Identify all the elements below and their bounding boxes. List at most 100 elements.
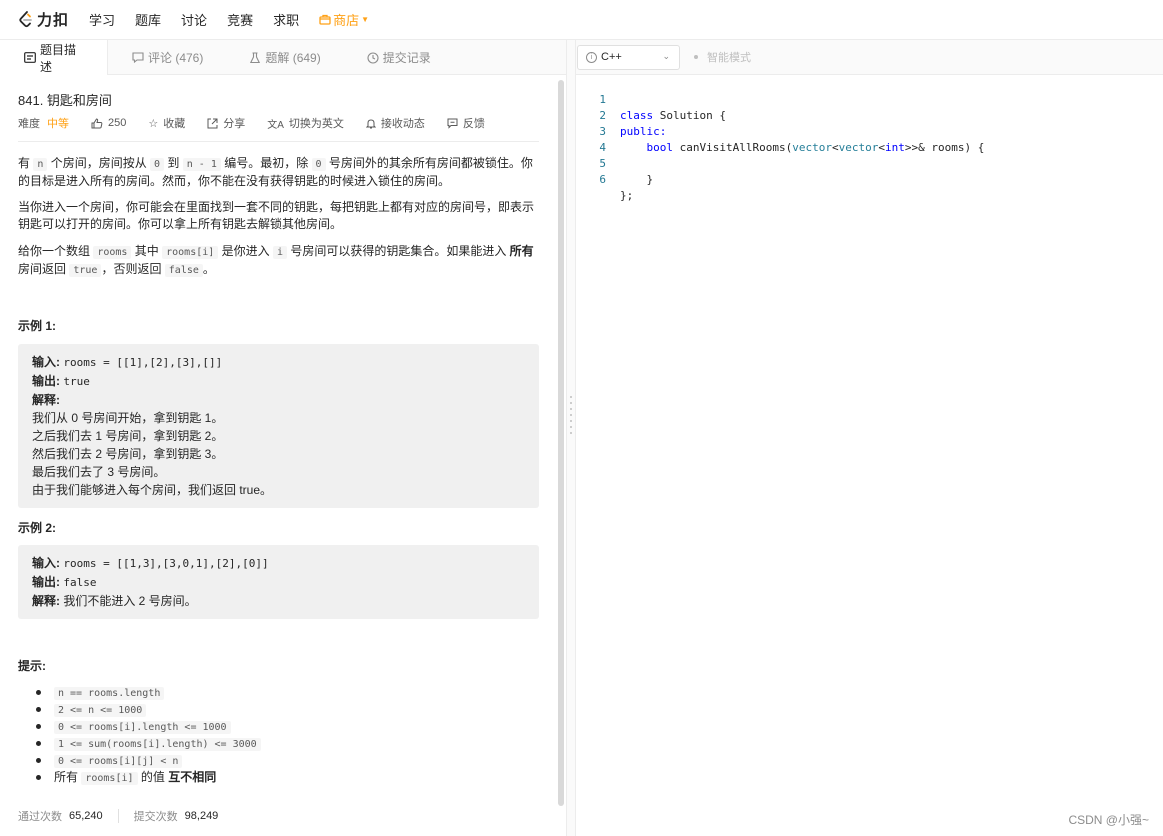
favorite-button[interactable]: ☆ 收藏 <box>148 115 185 131</box>
tab-submissions[interactable]: 提交记录 <box>343 40 453 75</box>
difficulty: 难度 中等 <box>18 115 69 131</box>
comment-icon <box>132 52 144 64</box>
example-1-heading: 示例 1: <box>18 319 57 333</box>
explain-line: 我们从 0 号房间开始，拿到钥匙 1。 <box>32 411 224 425</box>
bold-text: 所有 <box>509 244 534 258</box>
list-item: 0 <= rooms[i].length <= 1000 <box>36 718 261 735</box>
explain-label: 解释: <box>32 393 60 407</box>
resizer-grip-dot <box>570 414 572 416</box>
example-2-input: 输入: rooms = [[1,3],[3,0,1],[2],[0]] <box>32 554 525 573</box>
problem-title: 841. 钥匙和房间 <box>18 93 112 108</box>
list-item: 1 <= sum(rooms[i].length) <= 3000 <box>36 735 261 752</box>
tab-comments[interactable]: 评论 (476) <box>108 40 225 75</box>
input-label: 输入: <box>32 355 60 369</box>
inline-code: rooms[i] <box>162 246 219 259</box>
chevron-down-icon: ▼ <box>361 15 370 24</box>
watermark: CSDN @小强~ <box>1068 813 1149 827</box>
explain-line: 之后我们去 1 号房间，拿到钥匙 2。 <box>32 429 224 443</box>
bold-text: 互不相同 <box>168 770 217 784</box>
output-value: true <box>63 375 90 388</box>
text: 编号。最初，除 <box>220 156 312 170</box>
output-label: 输出: <box>32 374 60 388</box>
difficulty-label: 难度 <box>18 118 40 130</box>
hints-heading: 提示: <box>18 659 46 673</box>
difficulty-value: 中等 <box>47 118 69 130</box>
left-scrollbar[interactable] <box>558 80 564 806</box>
code-line: 2 public: <box>576 92 1163 138</box>
submitted-value: 98,249 <box>184 810 219 822</box>
feedback-icon <box>447 118 458 129</box>
text: 给你一个数组 <box>18 244 94 258</box>
translate-icon: 文A <box>267 119 284 131</box>
feedback-button[interactable]: 反馈 <box>447 115 485 131</box>
output-label: 输出: <box>32 575 60 589</box>
description-icon <box>24 52 36 64</box>
subscribe-button[interactable]: 接收动态 <box>365 115 425 131</box>
tab-solutions-label: 题解 (649) <box>265 51 321 65</box>
input-value: rooms = [[1],[2],[3],[]] <box>63 356 223 369</box>
code-line: 1 class Solution { <box>576 76 1163 122</box>
explain-value: 我们不能进入 2 号房间。 <box>63 594 197 608</box>
text: 个房间，房间按从 <box>47 156 151 170</box>
tab-solutions[interactable]: 题解 (649) <box>225 40 342 75</box>
inline-code: 0 <box>150 158 165 171</box>
smart-mode-dot <box>694 55 698 59</box>
store-label: 商店 <box>333 13 360 28</box>
text: 的值 <box>137 770 169 784</box>
input-label: 输入: <box>32 556 60 570</box>
code-line: 3 bool canVisitAllRooms(vector<vector<in… <box>576 108 1163 154</box>
tab-description[interactable]: 题目描述 <box>0 40 108 75</box>
code-line: 4 <box>576 124 1163 154</box>
inline-code: 0 <= rooms[i][j] < n <box>54 755 183 768</box>
description-paragraph-3: 给你一个数组 rooms 其中 rooms[i] 是你进入 i 号房间可以获得的… <box>18 243 539 279</box>
nav-learn[interactable]: 学习 <box>89 10 115 29</box>
nav-contest[interactable]: 竞赛 <box>227 10 253 29</box>
problem-tabs: 题目描述 评论 (476) 题解 (649) 提交记录 <box>0 40 566 75</box>
submission-stats: 通过次数 65,240 提交次数 98,249 <box>18 808 218 824</box>
passed-value: 65,240 <box>69 810 103 822</box>
smart-mode-toggle[interactable]: 智能模式 <box>694 49 751 65</box>
logo-text: 力扣 <box>37 12 70 29</box>
list-item: 0 <= rooms[i][j] < n <box>36 752 261 769</box>
switch-language-label: 切换为英文 <box>288 118 344 130</box>
editor-toolbar: i C++ ⌄ 智能模式 <box>576 40 1163 75</box>
inline-code: n - 1 <box>182 158 221 171</box>
example-1-block: 输入: rooms = [[1],[2],[3],[]] 输出: true 解释… <box>18 344 539 508</box>
star-icon: ☆ <box>148 117 159 130</box>
switch-language-button[interactable]: 文A 切换为英文 <box>267 115 344 131</box>
text: 号房间可以获得的钥匙集合。如果能进入 <box>287 244 510 258</box>
like-button[interactable]: 250 <box>91 117 126 129</box>
language-select[interactable]: i C++ ⌄ <box>577 44 680 70</box>
text: ，否则返回 <box>101 262 165 276</box>
share-icon <box>207 118 218 128</box>
panel-resizer[interactable] <box>566 40 576 836</box>
nav-discuss[interactable]: 讨论 <box>181 10 207 29</box>
tab-comments-label: 评论 (476) <box>148 51 204 65</box>
stats-separator <box>117 809 119 823</box>
nav-store[interactable]: 商店 ▼ <box>319 10 369 29</box>
bell-icon <box>365 118 376 128</box>
code-editor[interactable]: 1 class Solution { 2 public: 3 bool canV… <box>576 75 1163 836</box>
share-button[interactable]: 分享 <box>207 115 245 131</box>
nav-jobs[interactable]: 求职 <box>273 10 299 29</box>
passed-label: 通过次数 <box>18 811 62 823</box>
leetcode-logo-icon <box>19 10 32 27</box>
code-line: 5 } <box>576 140 1163 186</box>
feedback-label: 反馈 <box>462 118 485 130</box>
nav-problems[interactable]: 题库 <box>135 10 161 29</box>
inline-code: false <box>164 264 203 277</box>
resizer-grip-dot <box>570 402 572 404</box>
problem-meta: 难度 中等 250 ☆ 收藏 分享 文A 切换为英文 接收动态 反馈 <box>18 115 507 131</box>
logo[interactable]: 力扣 <box>18 9 69 30</box>
list-item: 2 <= n <= 1000 <box>36 701 261 718</box>
thumbs-up-icon <box>91 117 103 128</box>
top-nav: 力扣 学习 题库 讨论 竞赛 求职 商店 ▼ <box>0 0 1163 40</box>
inline-code: 1 <= sum(rooms[i].length) <= 3000 <box>54 738 261 751</box>
description-paragraph-2: 当你进入一个房间，你可能会在里面找到一套不同的钥匙，每把钥匙上都有对应的房间号，… <box>18 200 535 231</box>
inline-code: rooms <box>93 246 132 259</box>
tab-description-label: 题目描述 <box>40 42 77 74</box>
example-1-input: 输入: rooms = [[1],[2],[3],[]] <box>32 353 525 372</box>
inline-code: true <box>69 264 102 277</box>
description-paragraph-1: 有 n 个房间，房间按从 0 到 n - 1 编号。最初，除 0 号房间外的其余… <box>18 155 539 190</box>
text: 是你进入 <box>218 244 273 258</box>
